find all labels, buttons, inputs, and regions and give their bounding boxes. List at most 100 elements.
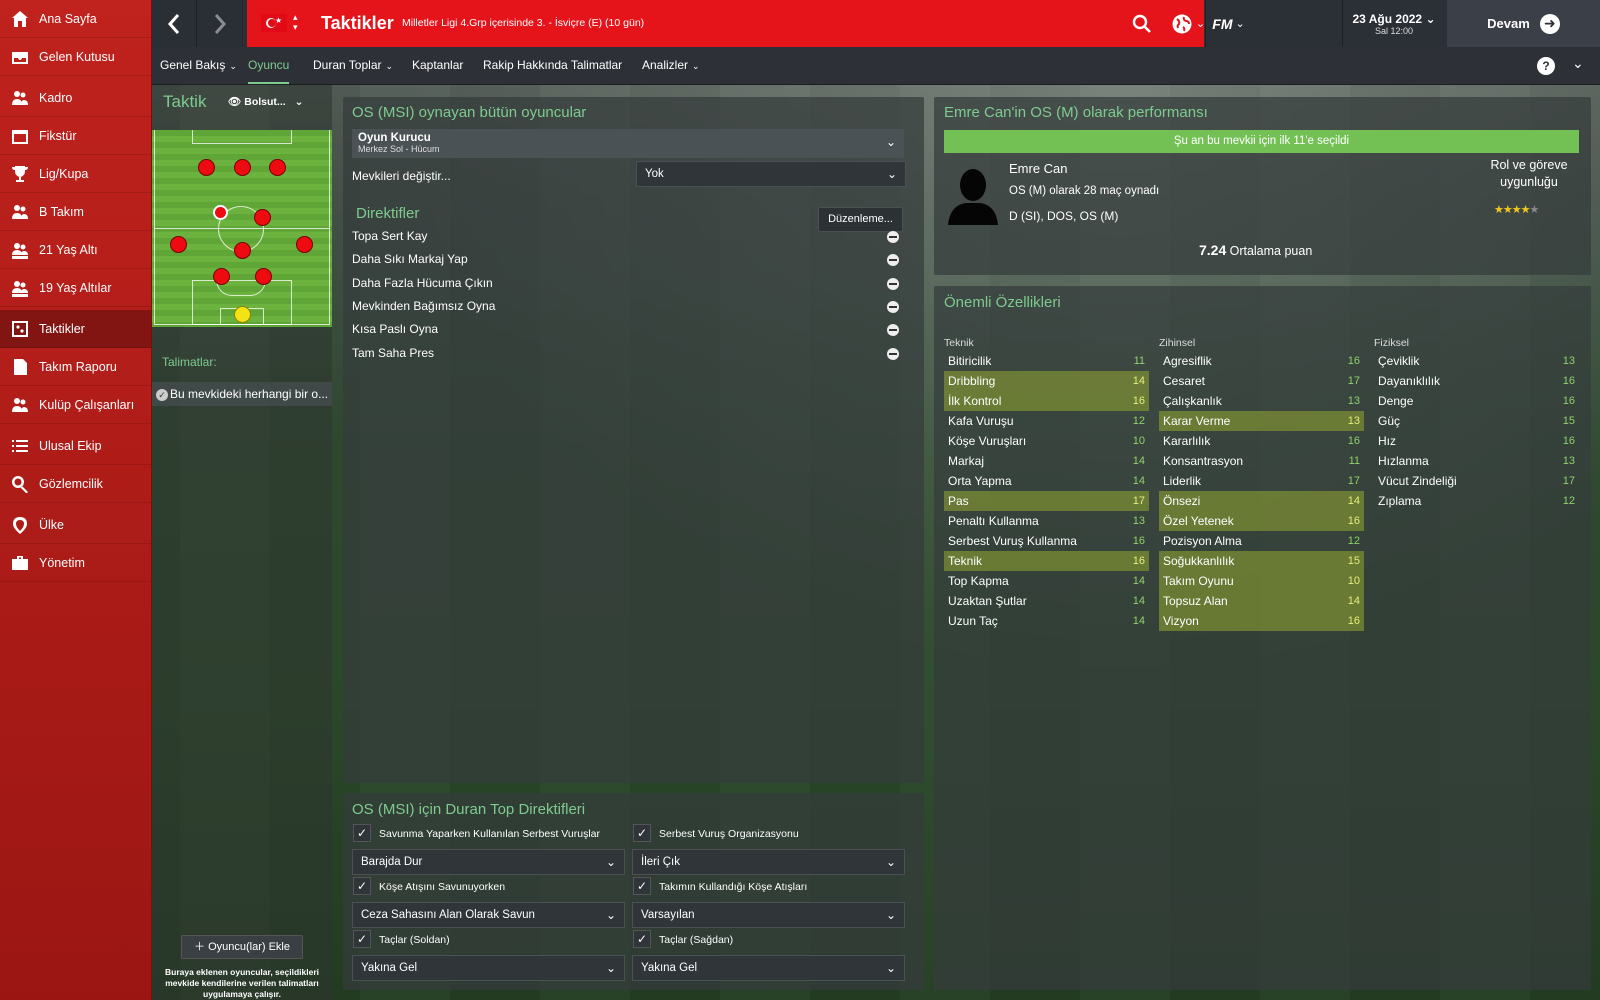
tab-analizler[interactable]: Analizler ⌄: [642, 47, 700, 84]
player-marker[interactable]: [296, 236, 313, 253]
set-piece-value: Yakına Gel: [641, 962, 698, 974]
turkey-flag-icon[interactable]: ★: [261, 14, 287, 32]
attribute-name: Teknik: [948, 554, 983, 568]
tab-kaptanlar[interactable]: Kaptanlar: [412, 47, 463, 84]
sidebar-item-14[interactable]: Ülke: [0, 506, 151, 544]
sidebar-item-13[interactable]: Gözlemcilik: [0, 465, 151, 503]
player-marker[interactable]: [170, 236, 187, 253]
role-select[interactable]: Oyun Kurucu Merkez Sol - Hücum ⌄: [352, 129, 904, 158]
check-circle-icon: ✓: [156, 389, 168, 401]
sidebar-item-10[interactable]: Takım Raporu: [0, 348, 151, 386]
player-marker[interactable]: [198, 159, 215, 176]
attribute-value: 16: [1347, 355, 1360, 367]
team-switch-arrows-icon[interactable]: ▴ ▾: [293, 12, 298, 32]
attribute-value: 16: [1347, 435, 1360, 447]
remove-directive-icon[interactable]: [887, 254, 899, 267]
sidebar-item-label: Yönetim: [39, 555, 85, 570]
tab-duran-toplar[interactable]: Duran Toplar ⌄: [313, 47, 393, 84]
attribute-row: Hızlanma 13: [1374, 451, 1579, 471]
goalkeeper-marker[interactable]: [234, 306, 251, 323]
edit-directives-button[interactable]: Düzenleme...: [818, 207, 903, 232]
attribute-name: Takım Oyunu: [1163, 574, 1234, 588]
set-piece-checkbox[interactable]: ✓: [633, 877, 651, 895]
forward-button[interactable]: [198, 0, 243, 47]
attribute-group-heading: Fiziksel: [1374, 337, 1410, 349]
set-piece-dropdown[interactable]: Ceza Sahasını Alan Olarak Savun ⌄: [352, 902, 625, 928]
help-icon[interactable]: ?: [1537, 57, 1555, 75]
player-marker[interactable]: [254, 209, 271, 226]
add-players-button[interactable]: ＋ Oyuncu(lar) Ekle: [181, 935, 303, 959]
set-piece-checkbox[interactable]: ✓: [353, 877, 371, 895]
player-marker[interactable]: [234, 159, 251, 176]
set-piece-dropdown[interactable]: Yakına Gel ⌄: [352, 955, 625, 981]
selected-player-marker[interactable]: [213, 205, 228, 220]
player-marker[interactable]: [234, 242, 251, 259]
attribute-name: Orta Yapma: [948, 474, 1012, 488]
set-piece-value: Varsayılan: [641, 909, 695, 921]
chevron-down-icon: ⌄: [605, 908, 616, 922]
sidebar-item-5[interactable]: Lig/Kupa: [0, 155, 151, 193]
set-piece-dropdown[interactable]: Yakına Gel ⌄: [632, 955, 905, 981]
player-marker[interactable]: [213, 268, 230, 285]
remove-directive-icon[interactable]: [887, 347, 899, 360]
u19-icon: [10, 278, 30, 298]
directive-item: Daha Sıkı Markaj Yap: [352, 252, 468, 267]
set-piece-checkbox[interactable]: ✓: [633, 824, 651, 842]
player-name[interactable]: Emre Can: [1009, 161, 1068, 176]
swap-positions-dropdown[interactable]: Yok ⌄: [636, 161, 906, 187]
chevron-down-icon: ⌄: [385, 61, 394, 71]
trophy-icon: [10, 164, 30, 184]
fm-menu-button[interactable]: FM ⌄: [1205, 0, 1251, 47]
set-piece-check-label: Taçlar (Soldan): [379, 934, 450, 946]
attribute-name: Uzun Taç: [948, 614, 998, 628]
sidebar-item-2[interactable]: Gelen Kutusu: [0, 38, 151, 76]
remove-directive-icon[interactable]: [887, 277, 899, 290]
set-piece-dropdown[interactable]: Varsayılan ⌄: [632, 902, 905, 928]
attribute-value: 16: [1132, 555, 1145, 567]
set-piece-checkbox[interactable]: ✓: [353, 930, 371, 948]
sidebar-item-6[interactable]: B Takım: [0, 193, 151, 231]
chevron-down-icon: ⌄: [1425, 12, 1436, 26]
tactic-title: Taktik: [163, 92, 207, 111]
staff-icon: [10, 395, 30, 415]
attribute-row: Zıplama 12: [1374, 491, 1579, 511]
remove-directive-icon[interactable]: [887, 300, 899, 313]
chevron-down-icon[interactable]: ⌄: [1572, 55, 1584, 72]
view-select[interactable]: 👁 Bolsut... ⌄: [228, 95, 303, 108]
search-button[interactable]: [1127, 0, 1157, 47]
sidebar-item-1[interactable]: Ana Sayfa: [0, 0, 151, 38]
sidebar-item-11[interactable]: Kulüp Çalışanları: [0, 386, 151, 424]
continue-button[interactable]: Devam ➜: [1447, 0, 1600, 47]
sidebar-item-12[interactable]: Ulusal Ekip: [0, 427, 151, 465]
sidebar-item-4[interactable]: Fikstür: [0, 117, 151, 155]
set-piece-checkbox[interactable]: ✓: [633, 930, 651, 948]
set-piece-dropdown[interactable]: Barajda Dur ⌄: [352, 849, 625, 875]
tab-oyuncu[interactable]: Oyuncu: [248, 47, 290, 84]
instruction-item[interactable]: ✓ Bu mevkideki herhangi bir o...: [152, 382, 332, 406]
attribute-value: 16: [1562, 375, 1575, 387]
sidebar-item-8[interactable]: 19 Yaş Altılar: [0, 269, 151, 307]
briefcase-icon: [10, 553, 30, 573]
set-piece-checkbox[interactable]: ✓: [353, 824, 371, 842]
remove-directive-icon[interactable]: [887, 324, 899, 337]
physical-table: Fiziksel Çeviklik 13 Dayanıklılık 16 Denge 16 G…: [1374, 337, 1579, 511]
sidebar-item-label: Kadro: [39, 90, 73, 105]
sidebar-item-15[interactable]: Yönetim: [0, 544, 151, 582]
set-piece-dropdown[interactable]: İleri Çık ⌄: [632, 849, 905, 875]
sidebar-item-3[interactable]: Kadro: [0, 79, 151, 117]
tab-rakip-talimatlar[interactable]: Rakip Hakkında Talimatlar: [483, 47, 622, 84]
title-bar: ★ ▴ ▾ Taktikler Milletler Ligi 4.Grp içer…: [247, 0, 1205, 47]
date-display[interactable]: 23 Ağu 2022 ⌄ Sal 12:00: [1342, 0, 1445, 47]
attribute-row: Uzun Taç 14: [944, 611, 1149, 631]
attribute-row: Dribbling 14: [944, 371, 1149, 391]
set-piece-value: Barajda Dur: [361, 856, 423, 868]
attribute-value: 17: [1132, 495, 1145, 507]
tab-genel-bakis[interactable]: Genel Bakış ⌄: [160, 47, 237, 84]
player-marker[interactable]: [269, 159, 286, 176]
player-marker[interactable]: [255, 268, 272, 285]
sidebar-item-9[interactable]: Taktikler: [0, 310, 151, 348]
chevron-down-icon: ⌄: [1235, 18, 1245, 30]
sidebar-item-7[interactable]: 21 Yaş Altı: [0, 231, 151, 269]
back-button[interactable]: [152, 0, 197, 47]
remove-directive-icon[interactable]: [887, 231, 899, 243]
